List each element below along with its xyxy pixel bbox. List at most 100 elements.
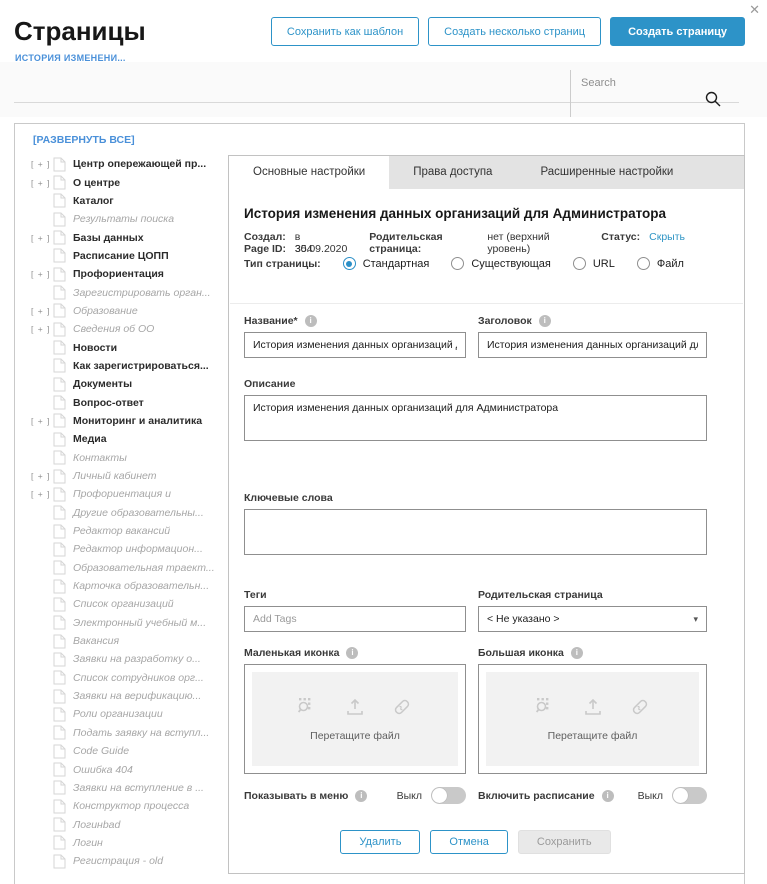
tab[interactable]: Права доступа bbox=[389, 156, 516, 189]
tree-item[interactable]: [ + ] Новости bbox=[31, 338, 231, 356]
radio-label: Файл bbox=[657, 258, 684, 270]
title-input[interactable] bbox=[478, 332, 707, 358]
tree-item[interactable]: [ + ] Сведения об ОО bbox=[31, 320, 231, 338]
close-icon[interactable]: ✕ bbox=[749, 2, 760, 18]
tree-item-label: Новости bbox=[73, 342, 117, 354]
tree-item[interactable]: [ + ] Заявки на верификацию... bbox=[31, 687, 231, 705]
tree-item-label: Карточка образовательн... bbox=[73, 580, 209, 592]
show-in-menu-toggle[interactable] bbox=[431, 787, 466, 804]
tree-item[interactable]: [ + ] Мониторинг и аналитика bbox=[31, 412, 231, 430]
expand-icon[interactable]: [ + ] bbox=[31, 178, 53, 188]
tags-input[interactable] bbox=[244, 606, 466, 632]
tree-item[interactable]: [ + ] Медиа bbox=[31, 430, 231, 448]
expand-icon[interactable]: [ + ] bbox=[31, 306, 53, 316]
save-button[interactable]: Сохранить bbox=[518, 830, 611, 854]
tree-item[interactable]: [ + ] О центре bbox=[31, 173, 231, 191]
divider bbox=[230, 303, 743, 304]
tree-item[interactable]: [ + ] Центр опережающей пр... bbox=[31, 155, 231, 173]
tree-item-label: Логинbad bbox=[73, 819, 120, 831]
tree-item[interactable]: [ + ] Редактор вакансий bbox=[31, 522, 231, 540]
tree-item[interactable]: [ + ] Заявки на разработку о... bbox=[31, 650, 231, 668]
create-page-button[interactable]: Создать страницу bbox=[610, 17, 745, 46]
expand-icon[interactable]: [ + ] bbox=[31, 269, 53, 279]
page-file-icon bbox=[53, 358, 66, 373]
description-textarea[interactable]: История изменения данных организаций для… bbox=[244, 395, 707, 441]
big-icon-dropzone[interactable]: Перетащите файл bbox=[478, 664, 707, 774]
tree-item[interactable]: [ + ] Образование bbox=[31, 302, 231, 320]
tree-item[interactable]: [ + ] Конструктор процесса bbox=[31, 797, 231, 815]
tree-item-label: Code Guide bbox=[73, 745, 129, 757]
parent-page-select[interactable]: < Не указано > ▾ bbox=[478, 606, 707, 632]
filter-input[interactable] bbox=[14, 80, 570, 103]
tree-item[interactable]: [ + ] Электронный учебный м... bbox=[31, 614, 231, 632]
tree-item[interactable]: [ + ] Документы bbox=[31, 375, 231, 393]
tree-item[interactable]: [ + ] Другие образовательны... bbox=[31, 504, 231, 522]
expand-icon[interactable]: [ + ] bbox=[31, 489, 53, 499]
tree-item[interactable]: [ + ] Логин bbox=[31, 834, 231, 852]
tree-item-label: Профориентация bbox=[73, 268, 164, 280]
page-file-icon bbox=[53, 175, 66, 190]
cancel-button[interactable]: Отмена bbox=[430, 830, 507, 854]
tree-item[interactable]: [ + ] Редактор информацион... bbox=[31, 540, 231, 558]
save-as-template-button[interactable]: Сохранить как шаблон bbox=[271, 17, 419, 46]
description-row: Описание История изменения данных органи… bbox=[244, 377, 707, 444]
tree-item[interactable]: [ + ] Профориентация и bbox=[31, 485, 231, 503]
toggles-row: Показывать в меню i Выкл Включить распис… bbox=[244, 787, 707, 804]
expand-all-link[interactable]: [РАЗВЕРНУТЬ ВСЕ] bbox=[33, 134, 135, 146]
expand-icon[interactable]: [ + ] bbox=[31, 471, 53, 481]
tree-item[interactable]: [ + ] Зарегистрировать орган... bbox=[31, 283, 231, 301]
tree-item[interactable]: [ + ] Code Guide bbox=[31, 742, 231, 760]
status-value-link[interactable]: Скрыть bbox=[649, 231, 685, 243]
tree-item[interactable]: [ + ] Заявки на вступление в ... bbox=[31, 779, 231, 797]
tree-item[interactable]: [ + ] Личный кабинет bbox=[31, 467, 231, 485]
tree-item[interactable]: [ + ] Образовательная траект... bbox=[31, 559, 231, 577]
tree-item-label: Конструктор процесса bbox=[73, 800, 189, 812]
search-icon[interactable] bbox=[704, 90, 722, 108]
tree-item-label: Образовательная траект... bbox=[73, 562, 215, 574]
info-icon: i bbox=[539, 315, 551, 327]
tree-item[interactable]: [ + ] Регистрация - old bbox=[31, 852, 231, 870]
keywords-textarea[interactable] bbox=[244, 509, 707, 555]
tree-item-label: Документы bbox=[73, 378, 132, 390]
radio-icon bbox=[451, 257, 464, 270]
page-file-icon bbox=[53, 212, 66, 227]
name-title-row: Название* i Заголовок i bbox=[244, 314, 707, 358]
tab[interactable]: Расширенные настройки bbox=[516, 156, 697, 189]
name-input[interactable] bbox=[244, 332, 466, 358]
page-type-radio[interactable]: Существующая bbox=[451, 257, 551, 270]
small-icon-dropzone[interactable]: Перетащите файл bbox=[244, 664, 466, 774]
expand-icon[interactable]: [ + ] bbox=[31, 233, 53, 243]
page-type-radio[interactable]: Файл bbox=[637, 257, 684, 270]
delete-button[interactable]: Удалить bbox=[340, 830, 420, 854]
expand-icon[interactable]: [ + ] bbox=[31, 324, 53, 334]
tree-item[interactable]: [ + ] Вакансия bbox=[31, 632, 231, 650]
tree-item[interactable]: [ + ] Профориентация bbox=[31, 265, 231, 283]
tree-item[interactable]: [ + ] Карточка образовательн... bbox=[31, 577, 231, 595]
parent-page-label-text: Родительская страница bbox=[478, 589, 603, 601]
dropzone-icons bbox=[298, 697, 412, 717]
tree-item[interactable]: [ + ] Вопрос-ответ bbox=[31, 393, 231, 411]
tree-item[interactable]: [ + ] Роли организации bbox=[31, 705, 231, 723]
page-type-radio[interactable]: Стандартная bbox=[343, 257, 430, 270]
expand-icon[interactable]: [ + ] bbox=[31, 416, 53, 426]
tree-item-label: Центр опережающей пр... bbox=[73, 158, 206, 170]
tree-item[interactable]: [ + ] Список организаций bbox=[31, 595, 231, 613]
page-type-radio[interactable]: URL bbox=[573, 257, 615, 270]
tree-item-label: Список сотрудников орг... bbox=[73, 672, 204, 684]
enable-schedule-toggle[interactable] bbox=[672, 787, 707, 804]
tree-item[interactable]: [ + ] Результаты поиска bbox=[31, 210, 231, 228]
tree-item[interactable]: [ + ] Ошибка 404 bbox=[31, 760, 231, 778]
create-multiple-pages-button[interactable]: Создать несколько страниц bbox=[428, 17, 601, 46]
tree-item[interactable]: [ + ] Базы данных bbox=[31, 228, 231, 246]
tree-item[interactable]: [ + ] Логинbad bbox=[31, 815, 231, 833]
tree-item[interactable]: [ + ] Список сотрудников орг... bbox=[31, 669, 231, 687]
tree-item[interactable]: [ + ] Как зарегистрироваться... bbox=[31, 357, 231, 375]
show-in-menu-label-text: Показывать в меню bbox=[244, 790, 348, 802]
tab[interactable]: Основные настройки bbox=[229, 156, 389, 189]
tree-item[interactable]: [ + ] Расписание ЦОПП bbox=[31, 247, 231, 265]
tree-item[interactable]: [ + ] Контакты bbox=[31, 449, 231, 467]
tree-item[interactable]: [ + ] Подать заявку на вступл... bbox=[31, 724, 231, 742]
expand-icon[interactable]: [ + ] bbox=[31, 159, 53, 169]
tree-item[interactable]: [ + ] Каталог bbox=[31, 192, 231, 210]
tree-item-label: Контакты bbox=[73, 452, 127, 464]
